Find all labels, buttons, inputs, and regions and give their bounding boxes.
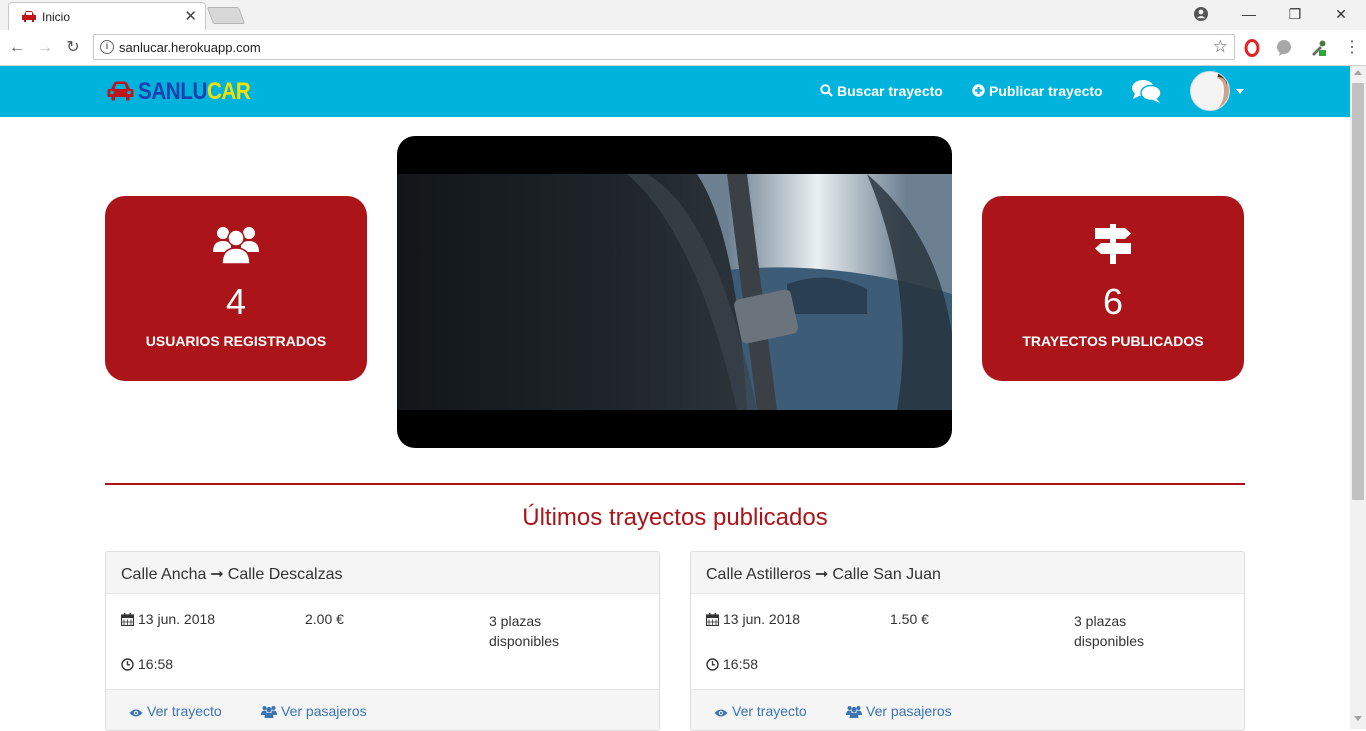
eye-icon bbox=[714, 709, 728, 717]
search-icon bbox=[820, 84, 833, 97]
view-passengers-label: Ver pasajeros bbox=[281, 703, 367, 719]
view-passengers-label: Ver pasajeros bbox=[866, 703, 952, 719]
reload-icon[interactable]: ↻ bbox=[62, 37, 84, 59]
trip-price: 1.50 € bbox=[890, 611, 929, 627]
back-icon[interactable]: ← bbox=[6, 37, 28, 59]
profile-icon[interactable] bbox=[1178, 3, 1224, 25]
search-trip-label: Buscar trayecto bbox=[837, 83, 943, 99]
view-trip-label: Ver trayecto bbox=[147, 703, 222, 719]
scroll-down-icon[interactable] bbox=[1354, 716, 1362, 721]
clock-icon bbox=[121, 658, 134, 671]
route-arrow-icon: ➞ bbox=[814, 566, 829, 583]
site-info-icon[interactable]: i bbox=[100, 40, 114, 54]
tab-close-icon[interactable]: ✕ bbox=[184, 7, 197, 25]
eye-icon bbox=[129, 709, 143, 717]
view-passengers-link[interactable]: Ver pasajeros bbox=[846, 703, 952, 719]
users-icon bbox=[261, 706, 277, 718]
scrollbar-thumb[interactable] bbox=[1352, 83, 1364, 500]
trip-date: 13 jun. 2018 bbox=[121, 611, 215, 627]
trip-time: 16:58 bbox=[706, 656, 758, 672]
trip-date-text: 13 jun. 2018 bbox=[723, 611, 801, 627]
new-tab-button[interactable] bbox=[206, 7, 246, 24]
brand-name-part2: CAR bbox=[206, 78, 251, 105]
search-trip-link[interactable]: Buscar trayecto bbox=[820, 83, 943, 99]
publish-trip-link[interactable]: Publicar trayecto bbox=[972, 83, 1103, 99]
close-window-icon[interactable]: ✕ bbox=[1318, 3, 1364, 25]
browser-menu-icon[interactable]: ⋮ bbox=[1341, 37, 1363, 59]
scroll-up-icon[interactable] bbox=[1354, 70, 1362, 75]
calendar-icon bbox=[121, 613, 134, 626]
section-title: Últimos trayectos publicados bbox=[522, 504, 828, 531]
user-avatar[interactable] bbox=[1190, 71, 1230, 111]
video-frame-car-seat bbox=[397, 174, 952, 410]
address-bar-row: ← → ↻ i sanlucar.herokuapp.com ☆ ⋮ bbox=[0, 30, 1366, 66]
dropper-extension-icon[interactable] bbox=[1309, 39, 1327, 57]
forward-icon[interactable]: → bbox=[34, 37, 56, 59]
trip-price: 2.00 € bbox=[305, 611, 344, 627]
trip-card: Calle Ancha ➞ Calle Descalzas 13 jun. 2018… bbox=[105, 551, 660, 731]
trip-card-header: Calle Astilleros ➞ Calle San Juan bbox=[691, 552, 1244, 594]
url-text: sanlucar.herokuapp.com bbox=[119, 40, 261, 55]
users-icon bbox=[213, 227, 259, 264]
trip-origin: Calle Astilleros bbox=[706, 566, 811, 583]
trip-time-text: 16:58 bbox=[723, 656, 759, 672]
publish-trip-label: Publicar trayecto bbox=[989, 83, 1103, 99]
tab-title: Inicio bbox=[42, 10, 71, 24]
trip-time: 16:58 bbox=[121, 656, 173, 672]
users-icon bbox=[846, 706, 862, 718]
browser-tab-strip: Inicio ✕ — ❐ ✕ bbox=[0, 0, 1366, 30]
trip-card: Calle Astilleros ➞ Calle San Juan 13 jun. … bbox=[690, 551, 1245, 731]
stat-users-value: 4 bbox=[225, 281, 247, 322]
avatar-photo bbox=[1191, 72, 1229, 110]
user-menu-caret-icon[interactable] bbox=[1236, 89, 1244, 94]
section-divider bbox=[105, 483, 1245, 485]
messages-icon[interactable] bbox=[1131, 79, 1162, 104]
trip-card-header: Calle Ancha ➞ Calle Descalzas bbox=[106, 552, 659, 594]
clock-icon bbox=[706, 658, 719, 671]
brand-name: SANLUCAR bbox=[138, 78, 251, 106]
trip-date-text: 13 jun. 2018 bbox=[138, 611, 216, 627]
opera-extension-icon[interactable] bbox=[1243, 39, 1261, 57]
trip-seats: 3 plazas disponibles bbox=[489, 613, 560, 649]
trip-origin: Calle Ancha bbox=[121, 566, 207, 583]
route-arrow-icon: ➞ bbox=[210, 566, 224, 583]
signpost-icon bbox=[1095, 224, 1131, 264]
url-input[interactable]: i sanlucar.herokuapp.com ☆ bbox=[93, 34, 1235, 60]
stat-trips-value: 6 bbox=[1102, 281, 1124, 322]
stat-published-trips: 6 TRAYECTOS PUBLICADOS bbox=[982, 196, 1244, 381]
trip-date: 13 jun. 2018 bbox=[706, 611, 800, 627]
trip-destination: Calle Descalzas bbox=[227, 566, 343, 583]
promo-video[interactable] bbox=[397, 136, 952, 448]
car-logo-icon bbox=[107, 81, 134, 101]
trip-route: Calle Astilleros ➞ Calle San Juan bbox=[706, 564, 941, 584]
stat-trips-label: TRAYECTOS PUBLICADOS bbox=[1022, 333, 1204, 349]
video-still-image bbox=[397, 174, 952, 410]
calendar-icon bbox=[706, 613, 719, 626]
trip-card-footer: Ver trayecto Ver pasajeros bbox=[106, 689, 659, 730]
trip-card-footer: Ver trayecto Ver pasajeros bbox=[691, 689, 1244, 730]
trip-destination: Calle San Juan bbox=[832, 566, 941, 583]
view-passengers-link[interactable]: Ver pasajeros bbox=[261, 703, 367, 719]
stat-registered-users: 4 USUARIOS REGISTRADOS bbox=[105, 196, 367, 381]
trip-time-text: 16:58 bbox=[138, 656, 174, 672]
trip-route: Calle Ancha ➞ Calle Descalzas bbox=[121, 564, 343, 584]
trip-seats: 3 plazas disponibles bbox=[1074, 613, 1145, 649]
brand-name-part1: SANLU bbox=[138, 78, 207, 105]
minimize-icon[interactable]: — bbox=[1226, 3, 1272, 25]
plus-circle-icon bbox=[972, 84, 985, 97]
stat-users-label: USUARIOS REGISTRADOS bbox=[145, 333, 327, 349]
view-trip-link[interactable]: Ver trayecto bbox=[129, 703, 222, 719]
chat-extension-icon[interactable] bbox=[1275, 39, 1293, 57]
bookmark-star-icon[interactable]: ☆ bbox=[1213, 37, 1228, 57]
view-trip-link[interactable]: Ver trayecto bbox=[714, 703, 807, 719]
car-favicon-icon bbox=[22, 11, 36, 22]
browser-tab[interactable]: Inicio ✕ bbox=[8, 2, 206, 30]
view-trip-label: Ver trayecto bbox=[732, 703, 807, 719]
restore-icon[interactable]: ❐ bbox=[1272, 3, 1318, 25]
